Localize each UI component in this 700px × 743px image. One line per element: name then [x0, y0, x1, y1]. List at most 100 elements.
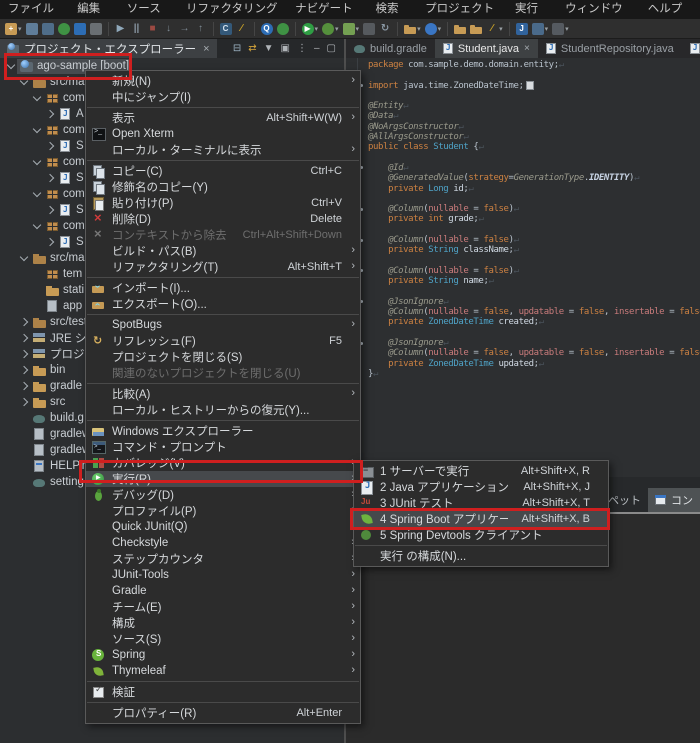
menubar-item-7[interactable]: 実行(R): [507, 0, 557, 34]
menu-item-close-unrelated-projects[interactable]: 関連のないプロジェクトを閉じる(U): [86, 365, 360, 381]
menu-item-run-on-server[interactable]: 1 サーバーで実行 Alt+Shift+X, R: [354, 463, 608, 479]
expander-icon[interactable]: [17, 317, 30, 327]
expander-icon[interactable]: [17, 349, 30, 359]
menu-item-team[interactable]: チーム(E) ›: [86, 599, 360, 615]
java-perspective-icon[interactable]: J: [515, 21, 528, 37]
step-over-icon[interactable]: →: [179, 21, 191, 37]
expander-icon[interactable]: [30, 156, 43, 166]
expander-icon[interactable]: [30, 92, 43, 102]
step-into-icon[interactable]: ↓: [163, 21, 175, 37]
tab-build-gradle[interactable]: build.gradle: [346, 39, 435, 58]
stop-icon[interactable]: [363, 21, 376, 37]
menubar-item-4[interactable]: ナビゲート(N): [287, 0, 367, 34]
expander-icon[interactable]: [17, 333, 30, 343]
menu-item-source[interactable]: ソース(S) ›: [86, 631, 360, 647]
menu-item-run-configurations[interactable]: 実行 の構成(N)...: [354, 548, 608, 564]
menu-item-copy[interactable]: コピー(C) Ctrl+C: [86, 163, 360, 179]
menu-item-build-path[interactable]: ビルド・パス(B) ›: [86, 243, 360, 259]
tab-student-repository-java[interactable]: StudentRepository.java: [538, 39, 682, 58]
menu-item-configure[interactable]: 構成 ›: [86, 615, 360, 631]
save-all-icon[interactable]: [41, 21, 54, 37]
menu-item-export[interactable]: エクスポート(O)...: [86, 296, 360, 312]
run-icon[interactable]: ▶ ▾: [301, 21, 318, 37]
console-icon[interactable]: C: [219, 21, 232, 37]
collapse-all-icon[interactable]: ⊟: [233, 39, 241, 58]
menu-item-profile-as[interactable]: プロファイル(P)›: [86, 503, 360, 519]
menu-item-show-in-local-terminal[interactable]: ローカル・ターミナルに表示 ›: [86, 142, 360, 158]
perspective-icon[interactable]: ▾: [531, 21, 548, 37]
menu-item-quick-junit[interactable]: Quick JUnit(Q)›: [86, 519, 360, 535]
coverage-icon[interactable]: ▾: [342, 21, 359, 37]
menu-item-checkstyle[interactable]: Checkstyle›: [86, 535, 360, 551]
expander-icon[interactable]: [43, 141, 56, 151]
step-return-icon[interactable]: ↑: [195, 21, 207, 37]
menu-item-refresh[interactable]: リフレッシュ(F) F5: [86, 333, 360, 349]
menu-item-debug-as[interactable]: デバッグ(D)›: [86, 487, 360, 503]
minimize-icon[interactable]: –: [314, 39, 320, 58]
resume-icon[interactable]: ▶: [115, 21, 127, 37]
write-access-icon[interactable]: ∕ ▾: [486, 21, 502, 37]
tab-student-service-java[interactable]: StudentServi: [682, 39, 700, 58]
open-resource-icon[interactable]: [454, 21, 467, 37]
expander-icon[interactable]: [43, 109, 56, 119]
menu-item-compare-with[interactable]: 比較(A) ›: [86, 386, 360, 402]
menu-item-delete[interactable]: 削除(D) Delete: [86, 210, 360, 227]
menu-item-java-application[interactable]: 2 Java アプリケーション Alt+Shift+X, J: [354, 479, 608, 495]
menu-item-properties[interactable]: プロパティー(R) Alt+Enter: [86, 705, 360, 721]
menubar-item-9[interactable]: ヘルプ(H): [640, 0, 700, 34]
expander-icon[interactable]: [30, 220, 43, 230]
link-with-editor-icon[interactable]: ⇄: [248, 39, 256, 58]
menu-item-gradle[interactable]: Gradle ›: [86, 583, 360, 599]
maximize-icon[interactable]: ▢: [327, 39, 336, 58]
plugin-icon[interactable]: [57, 21, 70, 37]
menubar-item-8[interactable]: ウィンドウ(W): [557, 0, 640, 34]
plugin-2-icon[interactable]: [276, 21, 289, 37]
expander-icon[interactable]: [43, 173, 56, 183]
menu-item-junit-tools[interactable]: JUnit-Tools ›: [86, 567, 360, 583]
menu-item-jump-into[interactable]: 中にジャンプ(I): [86, 89, 360, 105]
web-browser-icon[interactable]: ▾: [424, 21, 441, 37]
menu-item-command-prompt[interactable]: コマンド・プロンプト: [86, 439, 360, 455]
menu-item-close-project[interactable]: プロジェクトを閉じる(S): [86, 349, 360, 365]
menu-item-spring[interactable]: Spring ›: [86, 647, 360, 663]
open-type-icon[interactable]: [73, 21, 86, 37]
new-java-project-icon[interactable]: ▾: [404, 21, 421, 37]
menu-item-spotbugs[interactable]: SpotBugs ›: [86, 317, 360, 333]
menu-item-import[interactable]: インポート(I)...: [86, 280, 360, 296]
close-icon[interactable]: ×: [524, 43, 530, 54]
menubar-item-5[interactable]: 検索(A): [367, 0, 417, 34]
expander-icon[interactable]: [43, 205, 56, 215]
menubar-item-1[interactable]: 編集(E): [69, 0, 119, 34]
tab-console[interactable]: コン: [648, 488, 700, 512]
menu-item-copy-qualified-name[interactable]: 修飾名のコピー(Y): [86, 179, 360, 195]
save-icon[interactable]: [25, 21, 38, 37]
menu-item-remove-from-context[interactable]: コンテキストから除去 Ctrl+Alt+Shift+Down: [86, 226, 360, 243]
window-toggle-icon[interactable]: ▾: [552, 21, 569, 37]
menu-item-paste[interactable]: 貼り付け(P) Ctrl+V: [86, 195, 360, 211]
expander-icon[interactable]: [17, 252, 30, 262]
expander-icon[interactable]: [43, 237, 56, 247]
menu-item-show-in[interactable]: 表示 Alt+Shift+W(W) ›: [86, 110, 360, 126]
menu-item-windows-explorer[interactable]: Windows エクスプローラー: [86, 423, 360, 439]
search-icon[interactable]: [89, 21, 102, 37]
menubar-item-6[interactable]: プロジェクト(P): [417, 0, 507, 34]
menu-item-step-counter[interactable]: ステップカウンタ›: [86, 551, 360, 567]
open-folder-icon[interactable]: [470, 21, 483, 37]
tab-student-java[interactable]: Student.java ×: [434, 39, 538, 58]
menu-item-open-xterm[interactable]: Open Xterm: [86, 126, 360, 142]
focus-icon[interactable]: ▣: [281, 39, 290, 58]
code-editor[interactable]: package com.sample.demo.domain.entity;↵ >…: [346, 58, 700, 479]
menu-item-restore-from-local-history[interactable]: ローカル・ヒストリーからの復元(Y)...: [86, 402, 360, 418]
expander-icon[interactable]: [17, 381, 30, 391]
debug-icon[interactable]: ▾: [322, 21, 339, 37]
filter-icon[interactable]: ▼: [264, 39, 274, 58]
close-icon[interactable]: ×: [203, 43, 209, 55]
new-wizard-icon[interactable]: + ▾: [5, 21, 22, 37]
menu-item-thymeleaf[interactable]: Thymeleaf ›: [86, 663, 360, 679]
expander-icon[interactable]: [17, 76, 30, 86]
expander-icon[interactable]: [30, 124, 43, 134]
expander-icon[interactable]: [17, 397, 30, 407]
menubar-item-3[interactable]: リファクタリング(T): [178, 0, 287, 34]
relaunch-icon[interactable]: ↻: [379, 21, 391, 37]
menubar-item-0[interactable]: ファイル(F): [0, 0, 69, 34]
